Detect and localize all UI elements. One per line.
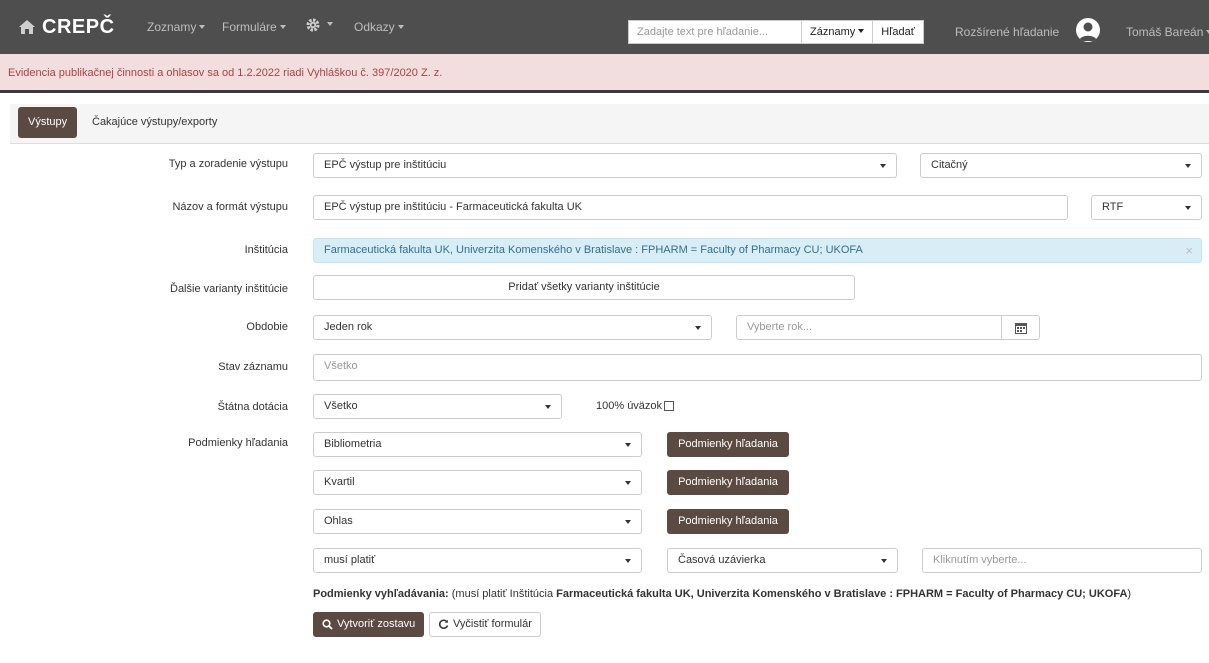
settings-caret-icon[interactable]	[327, 22, 333, 26]
user-menu[interactable]: Tomáš Bareán	[1126, 25, 1209, 39]
home-icon	[19, 20, 35, 34]
status-value: Všetko	[324, 360, 358, 372]
menu-zoznamy[interactable]: Zoznamy	[147, 20, 206, 34]
search-conditions-summary: Podmienky vyhľadávania: (musí platiť Inš…	[313, 588, 1131, 600]
condition-value: Bibliometria	[324, 438, 382, 450]
closing-date-input[interactable]: Kliknutím vyberte...	[922, 548, 1202, 573]
closing-select-value: Časová uzávierka	[678, 554, 766, 566]
year-input[interactable]: Vyberte rok...	[736, 315, 1002, 340]
global-search: Záznamy Hľadať	[628, 20, 924, 44]
workload-checkbox[interactable]	[664, 401, 675, 411]
status-label: Stav záznamu	[218, 361, 288, 373]
type-label: Typ a zoradenie výstupu	[168, 158, 288, 170]
conditions-button-kvartil[interactable]: Podmienky hľadania	[667, 470, 789, 495]
institution-value: Farmaceutická fakulta UK, Univerzita Kom…	[324, 244, 863, 256]
tab-cakajuce-vystupy[interactable]: Čakajúce výstupy/exporty	[82, 107, 227, 138]
conditions-label: Podmienky hľadania	[188, 437, 288, 449]
advanced-search-link[interactable]: Rozšírené hľadanie	[955, 25, 1059, 39]
calendar-icon	[1014, 322, 1027, 334]
condition-select-kvartil[interactable]: Kvartil	[313, 470, 642, 495]
order-select-value: Citačný	[931, 159, 968, 171]
closing-select[interactable]: Časová uzávierka	[667, 548, 898, 573]
menu-formulare-label: Formuláre	[222, 20, 277, 34]
condition-select-ohlas[interactable]: Ohlas	[313, 509, 642, 534]
condition-select-bibliometria[interactable]: Bibliometria	[313, 432, 642, 457]
calendar-button[interactable]	[1001, 315, 1040, 340]
user-avatar-icon[interactable]	[1076, 18, 1100, 42]
must-select-value: musí platiť	[324, 554, 376, 566]
summary-suffix: )	[1127, 588, 1132, 600]
name-label: Názov a formát výstupu	[172, 201, 288, 213]
brand-logo[interactable]: CREPČ	[18, 16, 115, 39]
menu-formulare[interactable]: Formuláre	[222, 20, 286, 34]
grant-select[interactable]: Všetko	[313, 394, 562, 419]
caret-down-icon	[397, 25, 404, 29]
year-placeholder: Vyberte rok...	[747, 321, 813, 333]
close-icon[interactable]: ×	[1185, 239, 1193, 262]
conditions-button-ohlas[interactable]: Podmienky hľadania	[667, 509, 789, 534]
status-input[interactable]: Všetko	[313, 354, 1202, 381]
institution-label: Inštitúcia	[244, 244, 288, 256]
alert-text: Evidencia publikačnej činnosti a ohlasov…	[8, 67, 443, 79]
search-icon	[322, 619, 333, 630]
refresh-icon	[438, 619, 449, 629]
summary-prefix: (musí platiť Inštitúcia	[451, 588, 554, 600]
menu-odkazy[interactable]: Odkazy	[354, 20, 404, 34]
type-select[interactable]: EPČ výstup pre inštitúciu	[313, 153, 897, 178]
order-select[interactable]: Citačný	[920, 153, 1202, 178]
grant-select-value: Všetko	[324, 400, 358, 412]
clear-form-label: Vyčistiť formulár	[453, 618, 532, 630]
gear-icon[interactable]	[305, 17, 321, 33]
format-select-value: RTF	[1102, 201, 1124, 213]
name-input-value: EPČ výstup pre inštitúciu - Farmaceutick…	[324, 201, 582, 213]
search-scope-dropdown[interactable]: Záznamy	[802, 20, 874, 44]
info-alert: Evidencia publikačnej činnosti a ohlasov…	[0, 54, 1209, 93]
menu-odkazy-label: Odkazy	[354, 20, 395, 34]
condition-value: Ohlas	[324, 515, 353, 527]
summary-label: Podmienky vyhľadávania:	[313, 588, 449, 600]
closing-placeholder: Kliknutím vyberte...	[933, 554, 1027, 566]
caret-down-icon	[199, 25, 206, 29]
conditions-button-bibliometria[interactable]: Podmienky hľadania	[667, 432, 789, 457]
search-scope-label: Záznamy	[810, 26, 856, 38]
user-name: Tomáš Bareán	[1126, 25, 1204, 39]
workload-checkbox-group[interactable]: 100% úväzok	[596, 400, 675, 412]
grant-label: Štátna dotácia	[217, 401, 288, 413]
create-report-button[interactable]: Vytvoriť zostavu	[313, 612, 425, 637]
menu-zoznamy-label: Zoznamy	[147, 20, 197, 34]
summary-value: Farmaceutická fakulta UK, Univerzita Kom…	[556, 588, 1128, 600]
search-input[interactable]	[628, 20, 802, 44]
period-select[interactable]: Jeden rok	[313, 315, 712, 340]
condition-value: Kvartil	[324, 476, 355, 488]
caret-down-icon	[279, 25, 286, 29]
add-variants-button[interactable]: Pridať všetky varianty inštitúcie	[313, 275, 855, 300]
workload-label: 100% úväzok	[596, 400, 663, 412]
clear-form-button[interactable]: Vyčistiť formulár	[429, 612, 541, 637]
create-report-label: Vytvoriť zostavu	[337, 618, 416, 630]
brand-name: CREPČ	[42, 16, 115, 38]
must-select[interactable]: musí platiť	[313, 548, 642, 573]
institution-tag[interactable]: Farmaceutická fakulta UK, Univerzita Kom…	[313, 238, 1202, 263]
tab-vystupy[interactable]: Výstupy	[18, 107, 78, 138]
period-select-value: Jeden rok	[324, 321, 373, 333]
period-label: Obdobie	[246, 321, 288, 333]
format-select[interactable]: RTF	[1091, 195, 1202, 220]
search-button[interactable]: Hľadať	[873, 20, 924, 44]
top-navbar: CREPČ Zoznamy Formuláre Odkazy Záznamy H…	[0, 0, 1209, 54]
type-select-value: EPČ výstup pre inštitúciu	[324, 159, 447, 171]
caret-down-icon	[858, 29, 865, 33]
variants-label: Ďalšie varianty inštitúcie	[170, 283, 288, 295]
name-input[interactable]: EPČ výstup pre inštitúciu - Farmaceutick…	[313, 195, 1068, 220]
